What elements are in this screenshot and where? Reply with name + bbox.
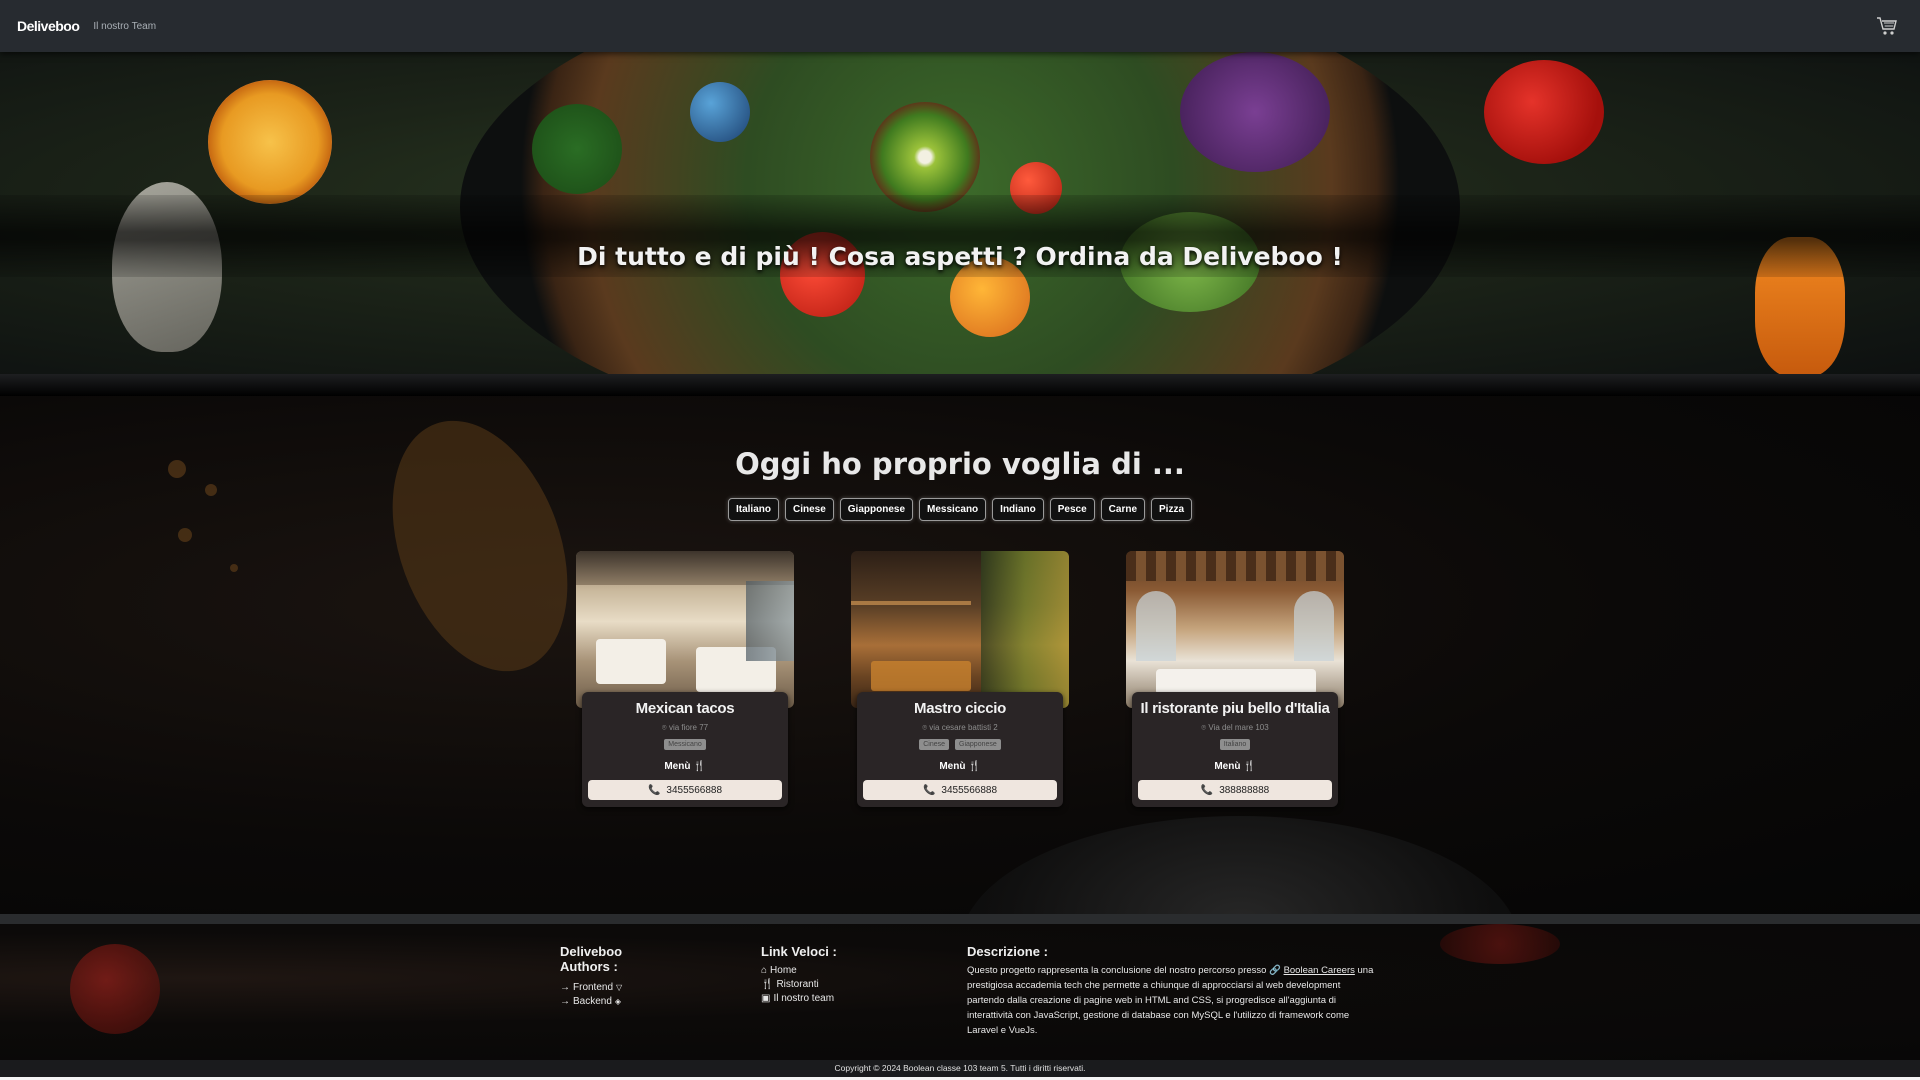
menu-link[interactable]: Menù 🍴 [1138,761,1332,772]
footer-brand: Deliveboo [560,944,623,959]
filter-indiano[interactable]: Indiano [992,498,1044,521]
boolean-careers-link[interactable]: Boolean Careers [1284,965,1355,976]
cart-icon[interactable] [1876,16,1898,36]
menu-label: Menù [664,761,691,772]
description-text-start: Questo progetto rappresenta la conclusio… [967,965,1267,976]
restaurant-address: ⌾ via fiore 77 [588,723,782,733]
filter-pesce[interactable]: Pesce [1049,498,1095,521]
restaurant-card-body: Mastro ciccio ⌾ via cesare battisti 2 Ci… [857,692,1063,807]
restaurant-tags: Italiano [1138,739,1332,750]
phone-number: 3455566888 [666,784,723,796]
utensils-icon: 🍴 [693,761,706,772]
id-card-icon: ▣ [761,993,771,1004]
category-tag: Messicano [664,739,706,750]
restaurant-cards: Mexican tacos ⌾ via fiore 77 Messicano M… [576,551,1344,807]
footer-link-home[interactable]: ⌂ Home [761,965,837,976]
menu-label: Menù [1214,761,1241,772]
restaurant-address: ⌾ via cesare battisti 2 [863,723,1057,733]
restaurant-image[interactable] [1126,551,1344,708]
utensils-icon: 🍴 [761,979,774,990]
address-text: via fiore 77 [668,723,709,732]
restaurant-card[interactable]: Mastro ciccio ⌾ via cesare battisti 2 Ci… [851,551,1069,807]
footer-description-text: Questo progetto rappresenta la conclusio… [967,963,1377,1038]
section-title: Oggi ho proprio voglia di ... [735,447,1185,481]
category-tag: Cinese [919,739,950,750]
restaurant-tags: Messicano [588,739,782,750]
filter-giapponese[interactable]: Giapponese [839,498,914,521]
footer-link-ristoranti[interactable]: 🍴 Ristoranti [761,979,837,990]
footer-link-frontend[interactable]: → Frontend ▽ [560,982,622,993]
link-label: Ristoranti [776,979,819,990]
restaurant-tags: Cinese Giapponese [863,739,1057,750]
hero-banner: Di tutto e di più ! Cosa aspetti ? Ordin… [0,52,1920,374]
footer-description-title: Descrizione : [967,944,1048,959]
restaurant-card[interactable]: Il ristorante piu bello d'Italia ⌾ Via d… [1126,551,1344,807]
restaurant-address: ⌾ Via del mare 103 [1138,723,1332,733]
footer-authors: Deliveboo Authors : → Frontend ▽ → Backe… [560,944,622,1007]
filter-carne[interactable]: Carne [1100,498,1146,521]
footer-divider [0,914,1920,924]
footer-quick-links: Link Veloci : ⌂ Home 🍴 Ristoranti ▣ Il n… [761,944,837,1004]
map-pin-icon: ⌾ [1201,723,1207,732]
navbar: Deliveboo Il nostro Team [0,0,1920,52]
restaurant-image[interactable] [851,551,1069,708]
phone-icon: 📞 [922,784,936,796]
category-tag: Giapponese [955,739,1001,750]
utensils-icon: 🍴 [1243,761,1256,772]
category-filters: Italiano Cinese Giapponese Messicano Ind… [0,498,1920,521]
copyright: Copyright © 2024 Boolean classe 103 team… [0,1060,1920,1077]
footer-description: Descrizione : Questo progetto rappresent… [967,944,1377,1038]
vue-icon: ▽ [616,983,623,992]
address-text: Via del mare 103 [1208,723,1269,732]
arrow-right-icon: → [560,996,570,1007]
restaurant-name: Mastro ciccio [914,700,1006,717]
hero-title: Di tutto e di più ! Cosa aspetti ? Ordin… [577,242,1343,271]
restaurant-name: Il ristorante piu bello d'Italia [1140,700,1330,717]
restaurant-name: Mexican tacos [635,700,735,717]
link-label: Il nostro team [773,993,835,1004]
footer: Deliveboo Authors : → Frontend ▽ → Backe… [0,924,1920,1060]
footer-link-backend[interactable]: → Backend ◈ [560,996,622,1007]
pan-background [960,816,1520,914]
map-pin-icon: ⌾ [661,723,667,732]
menu-label: Menù [939,761,966,772]
restaurant-card-body: Mexican tacos ⌾ via fiore 77 Messicano M… [582,692,788,807]
link-label: Home [770,965,797,976]
filter-messicano[interactable]: Messicano [919,498,987,521]
home-icon: ⌂ [761,965,768,976]
restaurant-card[interactable]: Mexican tacos ⌾ via fiore 77 Messicano M… [576,551,794,807]
link-label: Backend [573,996,612,1007]
phone-number: 3455566888 [941,784,998,796]
filter-italiano[interactable]: Italiano [727,498,779,521]
laravel-icon: ◈ [614,997,622,1006]
category-tag: Italiano [1219,739,1251,750]
utensils-icon: 🍴 [968,761,981,772]
restaurant-card-body: Il ristorante piu bello d'Italia ⌾ Via d… [1132,692,1338,807]
phone-button[interactable]: 📞 3455566888 [588,780,782,800]
map-pin-icon: ⌾ [922,723,928,732]
phone-icon: 📞 [647,784,661,796]
phone-button[interactable]: 📞 3455566888 [863,780,1057,800]
phone-button[interactable]: 📞 388888888 [1138,780,1332,800]
hero-divider [0,374,1920,396]
address-text: via cesare battisti 2 [929,723,998,732]
phone-icon: 📞 [1200,784,1214,796]
footer-quick-links-title: Link Veloci : [761,944,837,959]
filter-cinese[interactable]: Cinese [784,498,834,521]
brand-logo[interactable]: Deliveboo [17,18,80,34]
restaurant-image[interactable] [576,551,794,708]
arrow-right-icon: → [560,982,570,993]
phone-number: 388888888 [1219,784,1270,796]
menu-link[interactable]: Menù 🍴 [863,761,1057,772]
nav-link-team[interactable]: Il nostro Team [93,21,156,32]
menu-link[interactable]: Menù 🍴 [588,761,782,772]
link-label: Frontend [573,982,614,993]
filter-pizza[interactable]: Pizza [1151,498,1193,521]
link-icon: 🔗 [1269,965,1281,976]
footer-authors-title: Authors : [560,959,618,974]
footer-link-team[interactable]: ▣ Il nostro team [761,993,837,1004]
